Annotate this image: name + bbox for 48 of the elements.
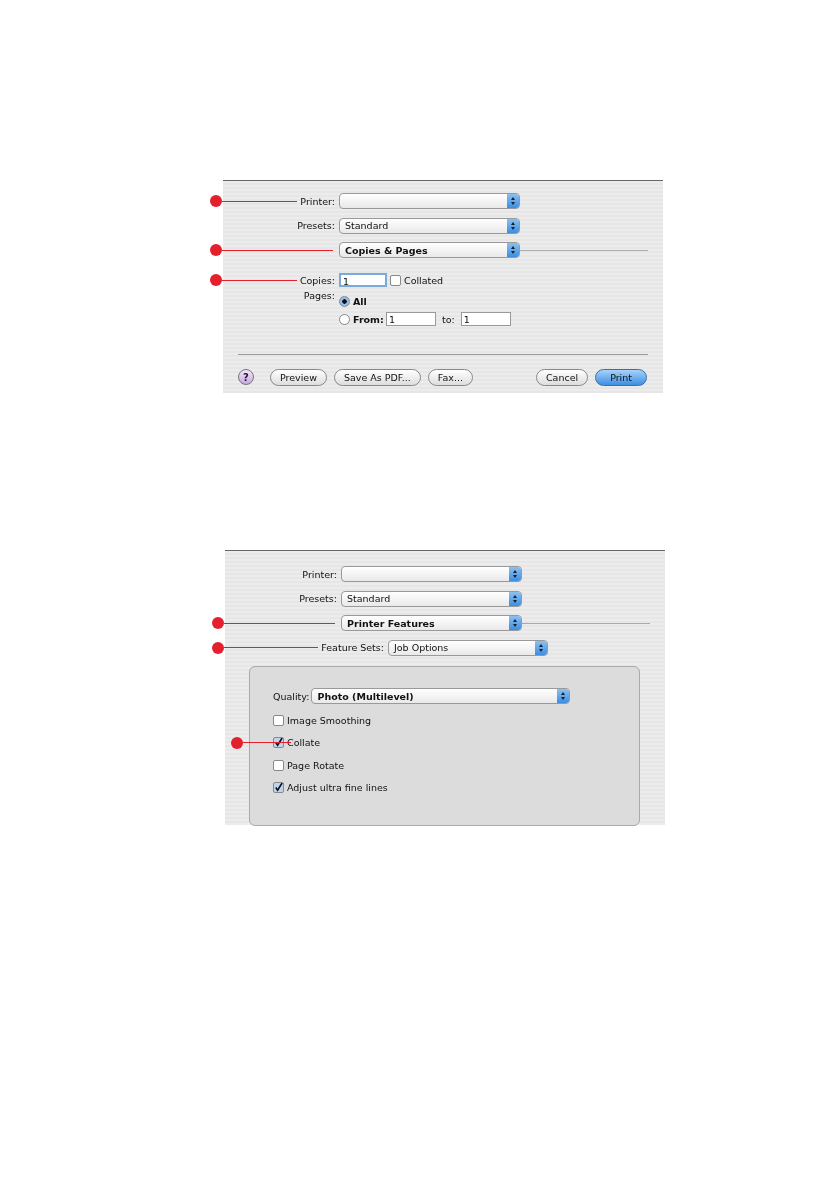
field-label: Printer: [299, 195, 335, 207]
help-button[interactable]: ? [238, 369, 254, 385]
field-label: Printer: [301, 568, 337, 580]
popup-menu[interactable]: Photo (Multilevel) [311, 688, 571, 704]
stepper-arrows-icon [507, 194, 519, 209]
stepper-arrows-icon [557, 689, 570, 703]
popup-menu[interactable]: Printer Features [341, 615, 522, 632]
checkbox[interactable] [273, 737, 284, 749]
checkbox[interactable] [273, 759, 284, 771]
popup-menu[interactable]: Job Options [388, 639, 548, 656]
dialog-button[interactable]: Save As PDF... [334, 368, 421, 386]
field-label: Feature Sets: [320, 642, 384, 654]
stepper-arrows-icon [509, 591, 521, 606]
radio-button[interactable] [339, 313, 350, 325]
radio-label: All [353, 295, 368, 307]
checkbox-label: Page Rotate [287, 759, 345, 771]
dialog-button[interactable]: Cancel [535, 368, 589, 386]
checkbox-label: Collated [404, 274, 444, 286]
checkbox[interactable] [273, 714, 284, 726]
stepper-arrows-icon [509, 616, 521, 631]
stepper-arrows-icon [507, 218, 519, 233]
field-label: Copies: [298, 274, 335, 286]
field-label: Pages: [302, 289, 335, 301]
radio-label: From: [353, 313, 385, 325]
dialog-button[interactable]: Preview [270, 368, 327, 386]
checkbox-label: Image Smoothing [287, 714, 372, 726]
dialog-button[interactable]: Fax... [427, 368, 473, 386]
popup-menu[interactable]: Standard [339, 217, 520, 234]
stepper-arrows-icon [509, 567, 521, 582]
field-label: Quality: [272, 690, 310, 702]
field-label: Presets: [298, 593, 337, 605]
checkbox-label: Collate [287, 737, 321, 749]
stepper-arrows-icon [535, 640, 547, 655]
popup-menu[interactable]: Standard [341, 590, 522, 607]
popup-menu[interactable]: Copies & Pages [339, 242, 520, 259]
popup-menu[interactable] [339, 193, 520, 210]
copies-field[interactable]: 1 [339, 273, 387, 287]
checkbox-label: Adjust ultra fine lines [287, 782, 388, 794]
radio-button[interactable] [339, 295, 350, 307]
field-label: to: [442, 313, 455, 325]
to-field[interactable]: 1 [460, 312, 511, 326]
from-field[interactable]: 1 [386, 312, 436, 326]
field-label: Presets: [296, 220, 335, 232]
stepper-arrows-icon [507, 243, 519, 258]
dialog-button[interactable]: Print [595, 368, 647, 386]
checkbox[interactable] [390, 274, 401, 286]
checkbox[interactable] [273, 782, 284, 794]
popup-menu[interactable] [341, 566, 522, 583]
